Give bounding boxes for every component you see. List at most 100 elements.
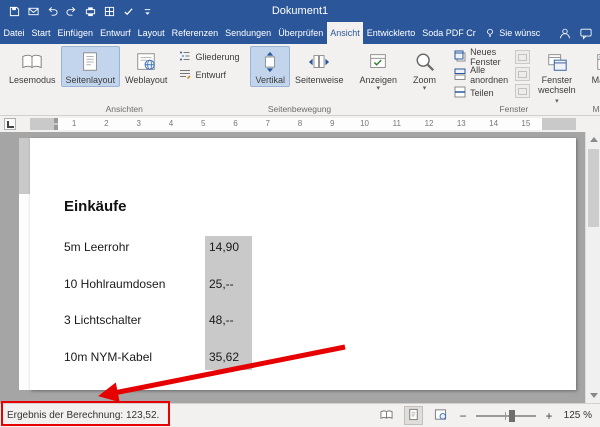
read-mode-view-button[interactable] [377,406,396,425]
draft-icon [179,68,191,82]
synchronous-scrolling-button[interactable] [515,67,531,81]
ribbon-group-zoom: Zoom ▾ [406,44,443,115]
tab-sendungen[interactable]: Sendungen [222,22,275,44]
print-layout-icon [79,49,101,75]
draft-button[interactable]: Entwurf [177,67,241,82]
document-page[interactable]: Einkäufe 5m Leerrohr 14,90 10 Hohlraumdo… [30,138,576,390]
vertical-button[interactable]: Vertikal [250,46,290,87]
zoom-slider-notch [505,411,506,420]
print-layout-view-button[interactable] [404,406,423,425]
macros-icon [595,49,600,75]
read-mode-button[interactable]: Lesemodus [4,46,61,87]
read-mode-label: Lesemodus [9,75,56,85]
outline-button[interactable]: Gliederung [177,49,241,64]
side-to-side-button[interactable]: Seitenweise [290,46,349,87]
redo-icon[interactable] [65,5,77,17]
switch-windows-button[interactable]: Fenster wechseln ▾ [533,46,581,108]
ruler-number: 5 [200,119,206,128]
new-window-icon [454,50,466,64]
tab-entwurf[interactable]: Entwurf [97,22,135,44]
switch-windows-label-2: wechseln ▾ [538,85,576,105]
new-window-label: Neues Fenster [470,46,501,67]
vertical-scrollbar[interactable] [585,132,600,403]
tab-layout[interactable]: Layout [134,22,168,44]
zoom-out-button[interactable]: − [458,410,468,422]
print-icon[interactable] [84,5,96,17]
tab-referenzen[interactable]: Referenzen [168,22,222,44]
zoom-slider[interactable] [476,409,536,423]
views-small-buttons: Gliederung Entwurf [177,49,241,82]
spellcheck-icon[interactable] [122,5,134,17]
zoom-label: Zoom [413,75,437,85]
item-name: 10m NYM-Kabel [64,350,153,364]
ribbon: Lesemodus Seitenlayout Weblayout Glieder… [0,44,600,116]
zoom-level[interactable]: 125 % [562,410,592,421]
tab-datei[interactable]: Datei [0,22,28,44]
vertical-label: Vertikal [255,75,285,85]
split-button[interactable]: Teilen [452,85,510,100]
comment-icon[interactable] [580,27,592,40]
macros-button[interactable]: Makros ▾ [587,46,600,95]
window-title: Dokument1 [271,5,329,17]
chevron-down-icon: ▾ [422,85,427,92]
item-price: 14,90 [209,240,240,254]
tab-soda-pdf[interactable]: Soda PDF Cr [419,22,480,44]
tab-start[interactable]: Start [28,22,54,44]
item-name: 3 Lichtschalter [64,313,142,327]
print-layout-button[interactable]: Seitenlayout [60,46,121,87]
page-movement-group-label: Seitenbewegung [267,104,332,114]
status-bar: Ergebnis der Berechnung: 123,52. − + 125… [0,403,600,427]
save-icon[interactable] [8,5,20,17]
show-dropdown-button[interactable]: Anzeigen ▾ [355,46,403,95]
ribbon-group-show: Anzeigen ▾ [353,44,405,115]
view-side-by-side-button[interactable] [515,50,531,64]
side-by-side-icon [518,53,528,61]
customize-quick-access-icon[interactable] [141,5,153,17]
new-window-button[interactable]: Neues Fenster [452,46,510,67]
tab-ansicht[interactable]: Ansicht [326,22,364,44]
web-layout-button[interactable]: Weblayout [120,46,172,87]
document-row: 5m Leerrohr 14,90 [30,240,576,256]
web-layout-view-button[interactable] [431,406,450,425]
scrollbar-thumb[interactable] [588,149,599,227]
titlebar: Dokument1 [0,0,600,22]
tab-stop-selector[interactable] [4,118,16,130]
draft-label: Entwurf [195,69,226,80]
arrange-all-button[interactable]: Alle anordnen [452,65,510,85]
calculation-result: Ergebnis der Berechnung: 123,52. [7,410,160,421]
arrange-all-icon [454,68,466,82]
ruler-number: 6 [233,119,238,128]
document-area: Einkäufe 5m Leerrohr 14,90 10 Hohlraumdo… [0,132,600,403]
read-mode-view-icon [380,408,393,424]
tab-einfuegen[interactable]: Einfügen [54,22,97,44]
lightbulb-icon [484,27,496,39]
zoom-dropdown-button[interactable]: Zoom ▾ [408,46,441,95]
tab-entwicklertools[interactable]: Entwicklerto [363,22,419,44]
tabrow-right-icons [551,22,600,44]
tab-ueberpruefen[interactable]: Überprüfen [275,22,327,44]
tell-me-box[interactable]: Sie wünsc [479,22,545,44]
ruler-number: 4 [168,119,174,128]
table-icon[interactable] [103,5,115,17]
undo-icon[interactable] [46,5,58,17]
ribbon-group-window: Neues Fenster Alle anordnen Teilen Fenst… [445,44,583,115]
window-sync-buttons [515,50,531,98]
email-icon[interactable] [27,5,39,17]
ribbon-group-macros: Makros ▾ Makros [585,44,600,115]
statusbar-right: − + 125 % [377,406,600,425]
scroll-up-icon[interactable] [586,132,600,147]
vertical-icon [259,49,281,75]
horizontal-ruler[interactable]: 1 2 3 4 5 6 7 8 9 10 11 12 13 14 15 [30,118,576,130]
zoom-slider-thumb[interactable] [509,409,515,422]
macros-group-label: Makros [592,104,600,114]
zoom-in-button[interactable]: + [544,410,554,422]
side-to-side-label: Seitenweise [294,75,344,85]
chevron-down-icon: ▾ [376,85,381,92]
split-icon [454,86,466,100]
print-layout-view-icon [407,408,420,424]
signin-avatar-icon[interactable] [559,27,571,39]
ruler-number: 2 [104,119,109,128]
scroll-down-icon[interactable] [586,388,600,403]
reset-window-position-button[interactable] [515,84,531,98]
document-row: 10m NYM-Kabel 35,62 [30,350,576,366]
